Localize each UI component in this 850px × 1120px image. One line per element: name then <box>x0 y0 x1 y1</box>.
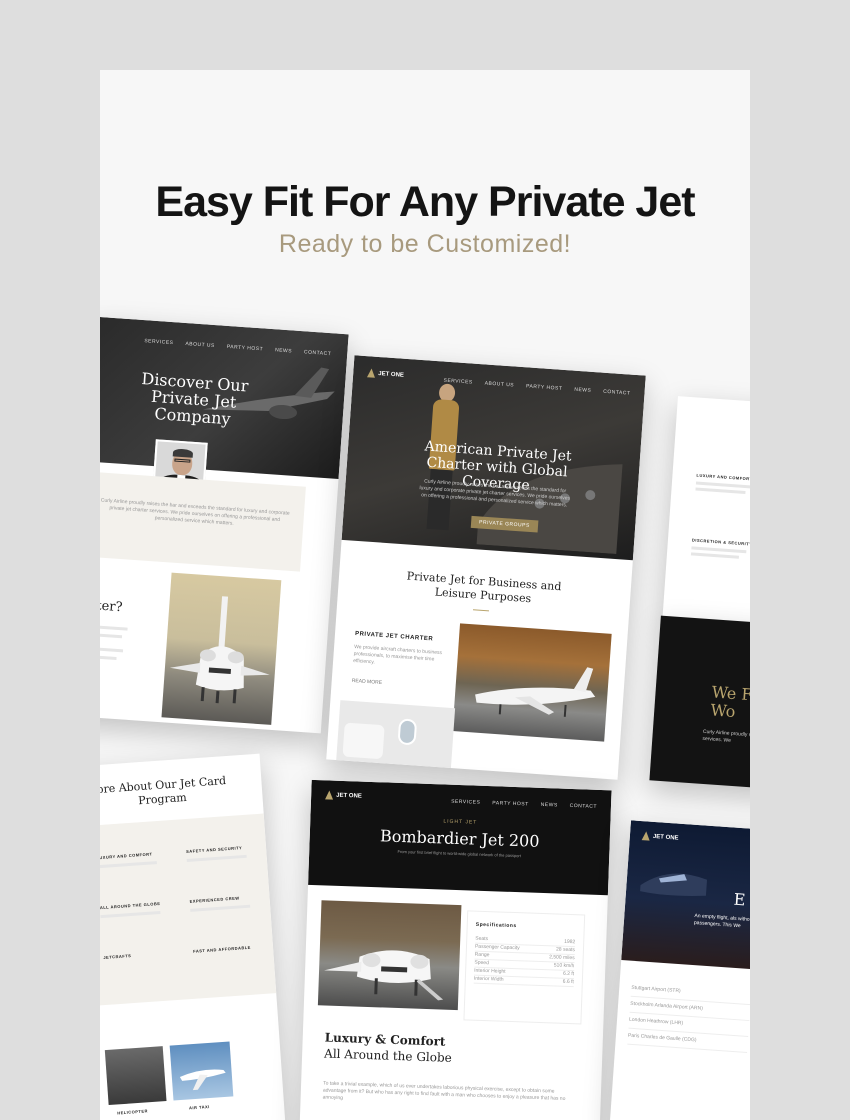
promo-card: Easy Fit For Any Private Jet Ready to be… <box>100 70 750 1120</box>
company-hero: SERVICES ABOUT US PARTY HOST NEWS CONTAC… <box>100 316 349 480</box>
screenshot-product-page: JET ONE SERVICES PARTY HOST NEWS CONTACT… <box>298 779 612 1120</box>
nav-item[interactable]: PARTY HOST <box>492 800 529 807</box>
nav-item[interactable]: PARTY HOST <box>526 383 563 392</box>
nav-item[interactable]: NEWS <box>541 802 558 809</box>
screenshot-services-partial: LUXURY AND COMFORT DISCRETION & SECURITY <box>662 396 750 629</box>
caption: AIR TAXI <box>188 1103 211 1111</box>
service-item: LUXURY AND COMFORT <box>696 472 750 482</box>
helicopter-photo <box>104 1046 167 1106</box>
nav-item[interactable]: ABOUT US <box>484 380 514 388</box>
logo-text[interactable]: JET ONE <box>653 833 679 841</box>
logo-text[interactable]: JET ONE <box>336 792 362 799</box>
dark-text: Curly Airline proudly ra charter service… <box>702 728 750 744</box>
spec-heading: Specifications <box>475 921 517 930</box>
nav-item[interactable]: CONTACT <box>603 389 631 397</box>
bombardier-photo <box>317 900 462 1011</box>
screenshot-dark-partial: We Fl Wo Curly Airline proudly ra charte… <box>649 615 750 790</box>
home-section-title: Private Jet for Business and Leisure Pur… <box>406 569 562 606</box>
jet-side-icon <box>475 667 596 717</box>
subheadline: Ready to be Customized! <box>278 230 572 258</box>
screenshot-company-page: SERVICES ABOUT US PARTY HOST NEWS CONTAC… <box>100 316 349 734</box>
company-title: Discover Our Private Jet Company <box>140 369 249 429</box>
nav-item[interactable]: SERVICES <box>144 338 174 346</box>
feature-label: PRIVATE JET CHARTER <box>354 631 434 643</box>
company-side-heading: a harter? <box>100 596 123 616</box>
logo-icon <box>325 790 334 800</box>
feature-text: We provide aircraft charters to business… <box>352 644 443 666</box>
routes-hero: JET ONE E An empty flight, als without p… <box>621 820 750 971</box>
screenshot-routes-partial: JET ONE E An empty flight, als without p… <box>609 820 750 1120</box>
copy-title-2: All Around the Globe <box>323 1046 452 1065</box>
jet-runway-photo <box>452 623 612 742</box>
jetcard-title: ore About Our Jet Card Program <box>100 774 227 808</box>
features-panel <box>100 813 277 1007</box>
jet-front-icon <box>324 950 444 1001</box>
cabin-photo <box>336 700 456 769</box>
plane-icon <box>179 1069 226 1091</box>
caption: HELICOPTER <box>117 1108 149 1116</box>
spec-table: Specifications Seats 1982 Passenger Capac… <box>463 910 586 1025</box>
screenshot-jetcard-page: ore About Our Jet Card Program LUXURY AN… <box>100 753 287 1120</box>
logo-icon <box>366 368 376 378</box>
routes-hero-letter: E <box>733 889 747 910</box>
logo-icon <box>641 831 651 841</box>
service-item: DISCRETION & SECURITY <box>691 537 750 547</box>
logo-text[interactable]: JET ONE <box>378 371 404 379</box>
jet-cockpit-icon <box>640 873 708 896</box>
nav-item[interactable]: CONTACT <box>304 349 332 357</box>
screenshot-home-page: JET ONE SERVICES ABOUT US PARTY HOST NEW… <box>326 355 646 780</box>
home-hero: JET ONE SERVICES ABOUT US PARTY HOST NEW… <box>341 355 646 561</box>
air-taxi-photo <box>169 1041 234 1101</box>
read-more-link[interactable]: READ MORE <box>351 678 383 687</box>
nav-item[interactable]: NEWS <box>275 347 292 354</box>
routes-hero-text: An empty flight, als without passengers.… <box>693 912 750 930</box>
nav-item[interactable]: ABOUT US <box>185 341 215 349</box>
jet-photo <box>161 572 282 725</box>
nav-item[interactable]: SERVICES <box>451 799 480 806</box>
nav-item[interactable]: CONTACT <box>570 803 597 810</box>
jet-front-icon <box>169 596 270 704</box>
dark-title: We Fl Wo <box>709 682 750 722</box>
nav-item[interactable]: PARTY HOST <box>227 344 264 353</box>
copy-text: To take a trivial example, which of us e… <box>322 1080 566 1102</box>
headline: Easy Fit For Any Private Jet <box>155 178 695 226</box>
copy-title-1: Luxury & Comfort <box>324 1030 446 1049</box>
product-header: JET ONE SERVICES PARTY HOST NEWS CONTACT… <box>308 779 612 896</box>
nav-item[interactable]: NEWS <box>574 387 591 394</box>
